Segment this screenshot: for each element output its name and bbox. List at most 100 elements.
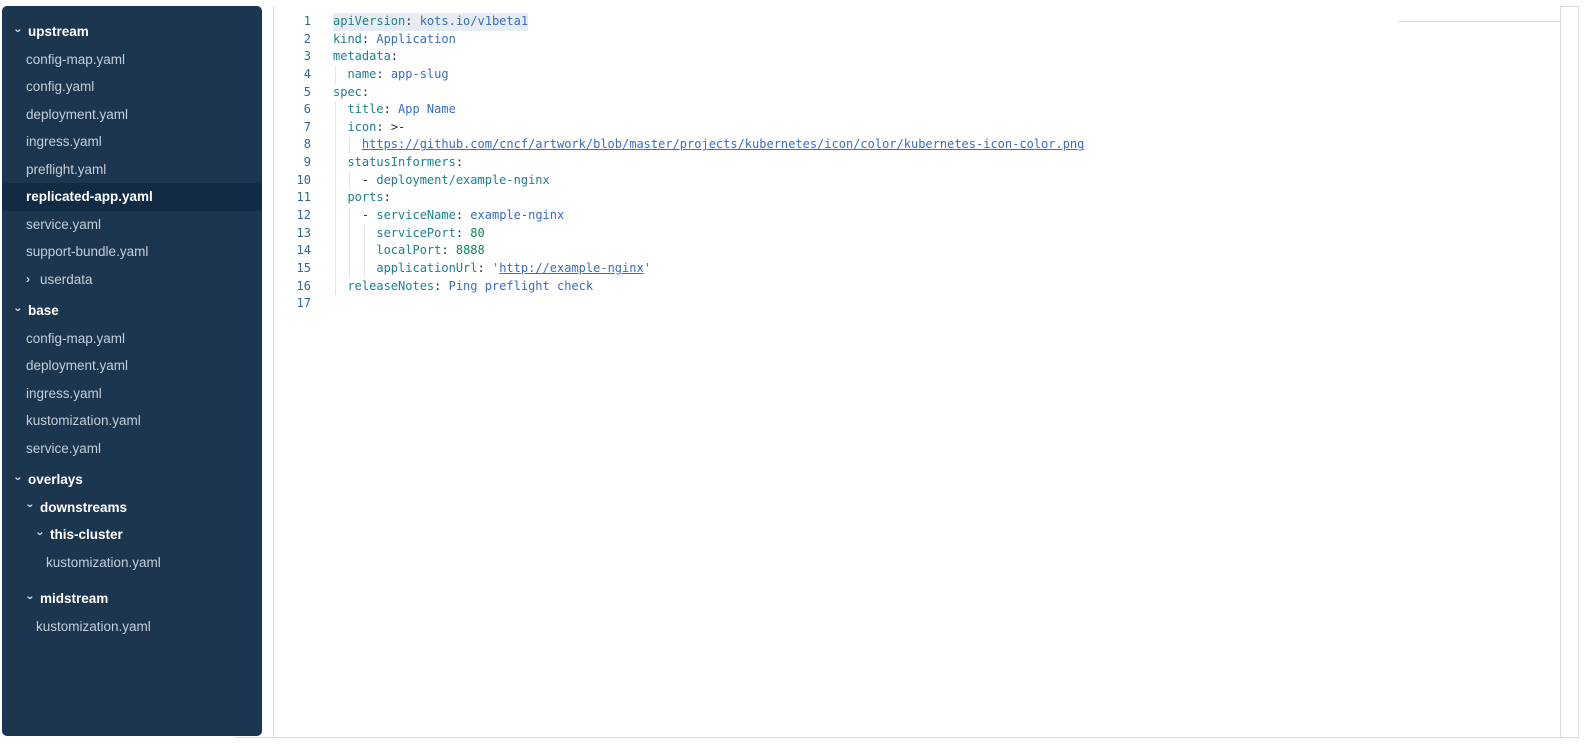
code-line-content[interactable]: metadata:: [333, 48, 398, 66]
code-line-content[interactable]: servicePort: 80: [333, 225, 485, 243]
line-number: 6: [274, 101, 311, 119]
tree-item-userdata[interactable]: ›userdata: [2, 266, 262, 294]
tree-item-deployment-yaml[interactable]: deployment.yaml: [2, 352, 262, 380]
indent-guide: [335, 207, 336, 225]
code-token: statusInformers: [347, 155, 455, 169]
tree-item-service-yaml[interactable]: service.yaml: [2, 211, 262, 239]
code-token: >-: [391, 120, 405, 134]
code-line: 17: [274, 295, 1578, 313]
code-token: metadata: [333, 49, 391, 63]
editor-scrollbar-track[interactable]: [1560, 6, 1561, 737]
chevron-down-icon: ›: [13, 476, 25, 484]
code-line-content[interactable]: spec:: [333, 84, 369, 102]
code-line: 13 servicePort: 80: [274, 225, 1578, 243]
code-line: 3metadata:: [274, 48, 1578, 66]
line-number: 1: [274, 13, 311, 31]
tree-item-label: deployment.yaml: [26, 107, 128, 122]
tree-item-replicated-app-yaml[interactable]: replicated-app.yaml: [2, 183, 262, 211]
code-token: :: [478, 261, 492, 275]
code-link[interactable]: http://example-nginx: [499, 261, 644, 275]
code-line: 14 localPort: 8888: [274, 242, 1578, 260]
code-line: 16 releaseNotes: Ping preflight check: [274, 278, 1578, 296]
code-line-content[interactable]: releaseNotes: Ping preflight check: [333, 278, 593, 296]
tree-item-downstreams[interactable]: ›downstreams: [2, 494, 262, 522]
code-token: applicationUrl: [376, 261, 477, 275]
code-token: :: [456, 155, 463, 169]
code-token: :: [362, 85, 369, 99]
line-number: 4: [274, 66, 311, 84]
indent-guide: [364, 225, 365, 243]
tree-item-config-map-yaml[interactable]: config-map.yaml: [2, 325, 262, 353]
page-right-border: [1578, 6, 1579, 737]
editor-top-right-line: [1398, 21, 1561, 22]
code-line-content[interactable]: kind: Application: [333, 31, 456, 49]
code-token: 8888: [456, 243, 485, 257]
line-number: 12: [274, 207, 311, 225]
tree-item-label: base: [28, 303, 59, 318]
code-token: :: [441, 243, 455, 257]
chevron-down-icon: ›: [25, 595, 37, 603]
tree-item-this-cluster[interactable]: ›this-cluster: [2, 521, 262, 549]
tree-item-base[interactable]: ›base: [2, 297, 262, 325]
code-token: :: [405, 14, 419, 28]
code-token: kots.io/v1beta1: [420, 14, 528, 28]
code-line-content[interactable]: icon: >-: [333, 119, 405, 137]
indent-guide: [335, 189, 336, 207]
tree-item-label: service.yaml: [26, 441, 101, 456]
tree-item-kustomization-yaml[interactable]: kustomization.yaml: [2, 407, 262, 435]
tree-item-preflight-yaml[interactable]: preflight.yaml: [2, 156, 262, 184]
code-token: :: [376, 67, 390, 81]
line-number: 13: [274, 225, 311, 243]
code-line-content[interactable]: https://github.com/cncf/artwork/blob/mas…: [333, 136, 1084, 154]
code-token: -: [362, 173, 376, 187]
file-tree-sidebar: ›upstreamconfig-map.yamlconfig.yamldeplo…: [2, 6, 262, 736]
line-number: 11: [274, 189, 311, 207]
code-link[interactable]: https://github.com/cncf/artwork/blob/mas…: [362, 137, 1084, 151]
tree-item-label: replicated-app.yaml: [26, 189, 153, 204]
line-number: 5: [274, 84, 311, 102]
code-line-content[interactable]: ports:: [333, 189, 391, 207]
code-token: :: [391, 49, 398, 63]
code-line-content[interactable]: - deployment/example-nginx: [333, 172, 550, 190]
code-token: App Name: [398, 102, 456, 116]
code-line: 6 title: App Name: [274, 101, 1578, 119]
chevron-down-icon: ›: [13, 28, 25, 36]
code-token: kind: [333, 32, 362, 46]
indent-guide: [335, 119, 336, 137]
code-line-content[interactable]: apiVersion: kots.io/v1beta1: [333, 13, 528, 31]
tree-item-config-map-yaml[interactable]: config-map.yaml: [2, 46, 262, 74]
code-token: :: [376, 120, 390, 134]
tree-item-midstream[interactable]: ›midstream: [2, 585, 262, 613]
line-number: 8: [274, 136, 311, 154]
code-line-content[interactable]: title: App Name: [333, 101, 456, 119]
tree-item-ingress-yaml[interactable]: ingress.yaml: [2, 128, 262, 156]
editor-bottom-border: [235, 737, 1579, 738]
tree-item-kustomization-yaml[interactable]: kustomization.yaml: [2, 613, 262, 641]
tree-item-config-yaml[interactable]: config.yaml: [2, 73, 262, 101]
line-number: 7: [274, 119, 311, 137]
code-line-content[interactable]: name: app-slug: [333, 66, 449, 84]
code-line-content[interactable]: - serviceName: example-nginx: [333, 207, 564, 225]
code-token: ports: [347, 190, 383, 204]
code-line-content[interactable]: statusInformers:: [333, 154, 463, 172]
tree-item-kustomization-yaml[interactable]: kustomization.yaml: [2, 549, 262, 577]
indent-guide: [335, 278, 336, 296]
code-token: 80: [470, 226, 484, 240]
indent-guide: [335, 172, 336, 190]
tree-item-deployment-yaml[interactable]: deployment.yaml: [2, 101, 262, 129]
code-editor[interactable]: 1apiVersion: kots.io/v1beta12kind: Appli…: [273, 6, 1578, 737]
tree-item-service-yaml[interactable]: service.yaml: [2, 435, 262, 463]
code-line-content[interactable]: localPort: 8888: [333, 242, 485, 260]
code-token: [333, 208, 362, 222]
chevron-down-icon: ›: [35, 531, 47, 539]
tree-item-support-bundle-yaml[interactable]: support-bundle.yaml: [2, 238, 262, 266]
tree-item-label: midstream: [40, 591, 108, 606]
tree-item-ingress-yaml[interactable]: ingress.yaml: [2, 380, 262, 408]
tree-item-overlays[interactable]: ›overlays: [2, 466, 262, 494]
indent-guide: [335, 66, 336, 84]
tree-item-label: overlays: [28, 472, 83, 487]
code-line-content[interactable]: applicationUrl: 'http://example-nginx': [333, 260, 651, 278]
tree-item-upstream[interactable]: ›upstream: [2, 18, 262, 46]
code-line: 11 ports:: [274, 189, 1578, 207]
indent-guide: [335, 242, 336, 260]
